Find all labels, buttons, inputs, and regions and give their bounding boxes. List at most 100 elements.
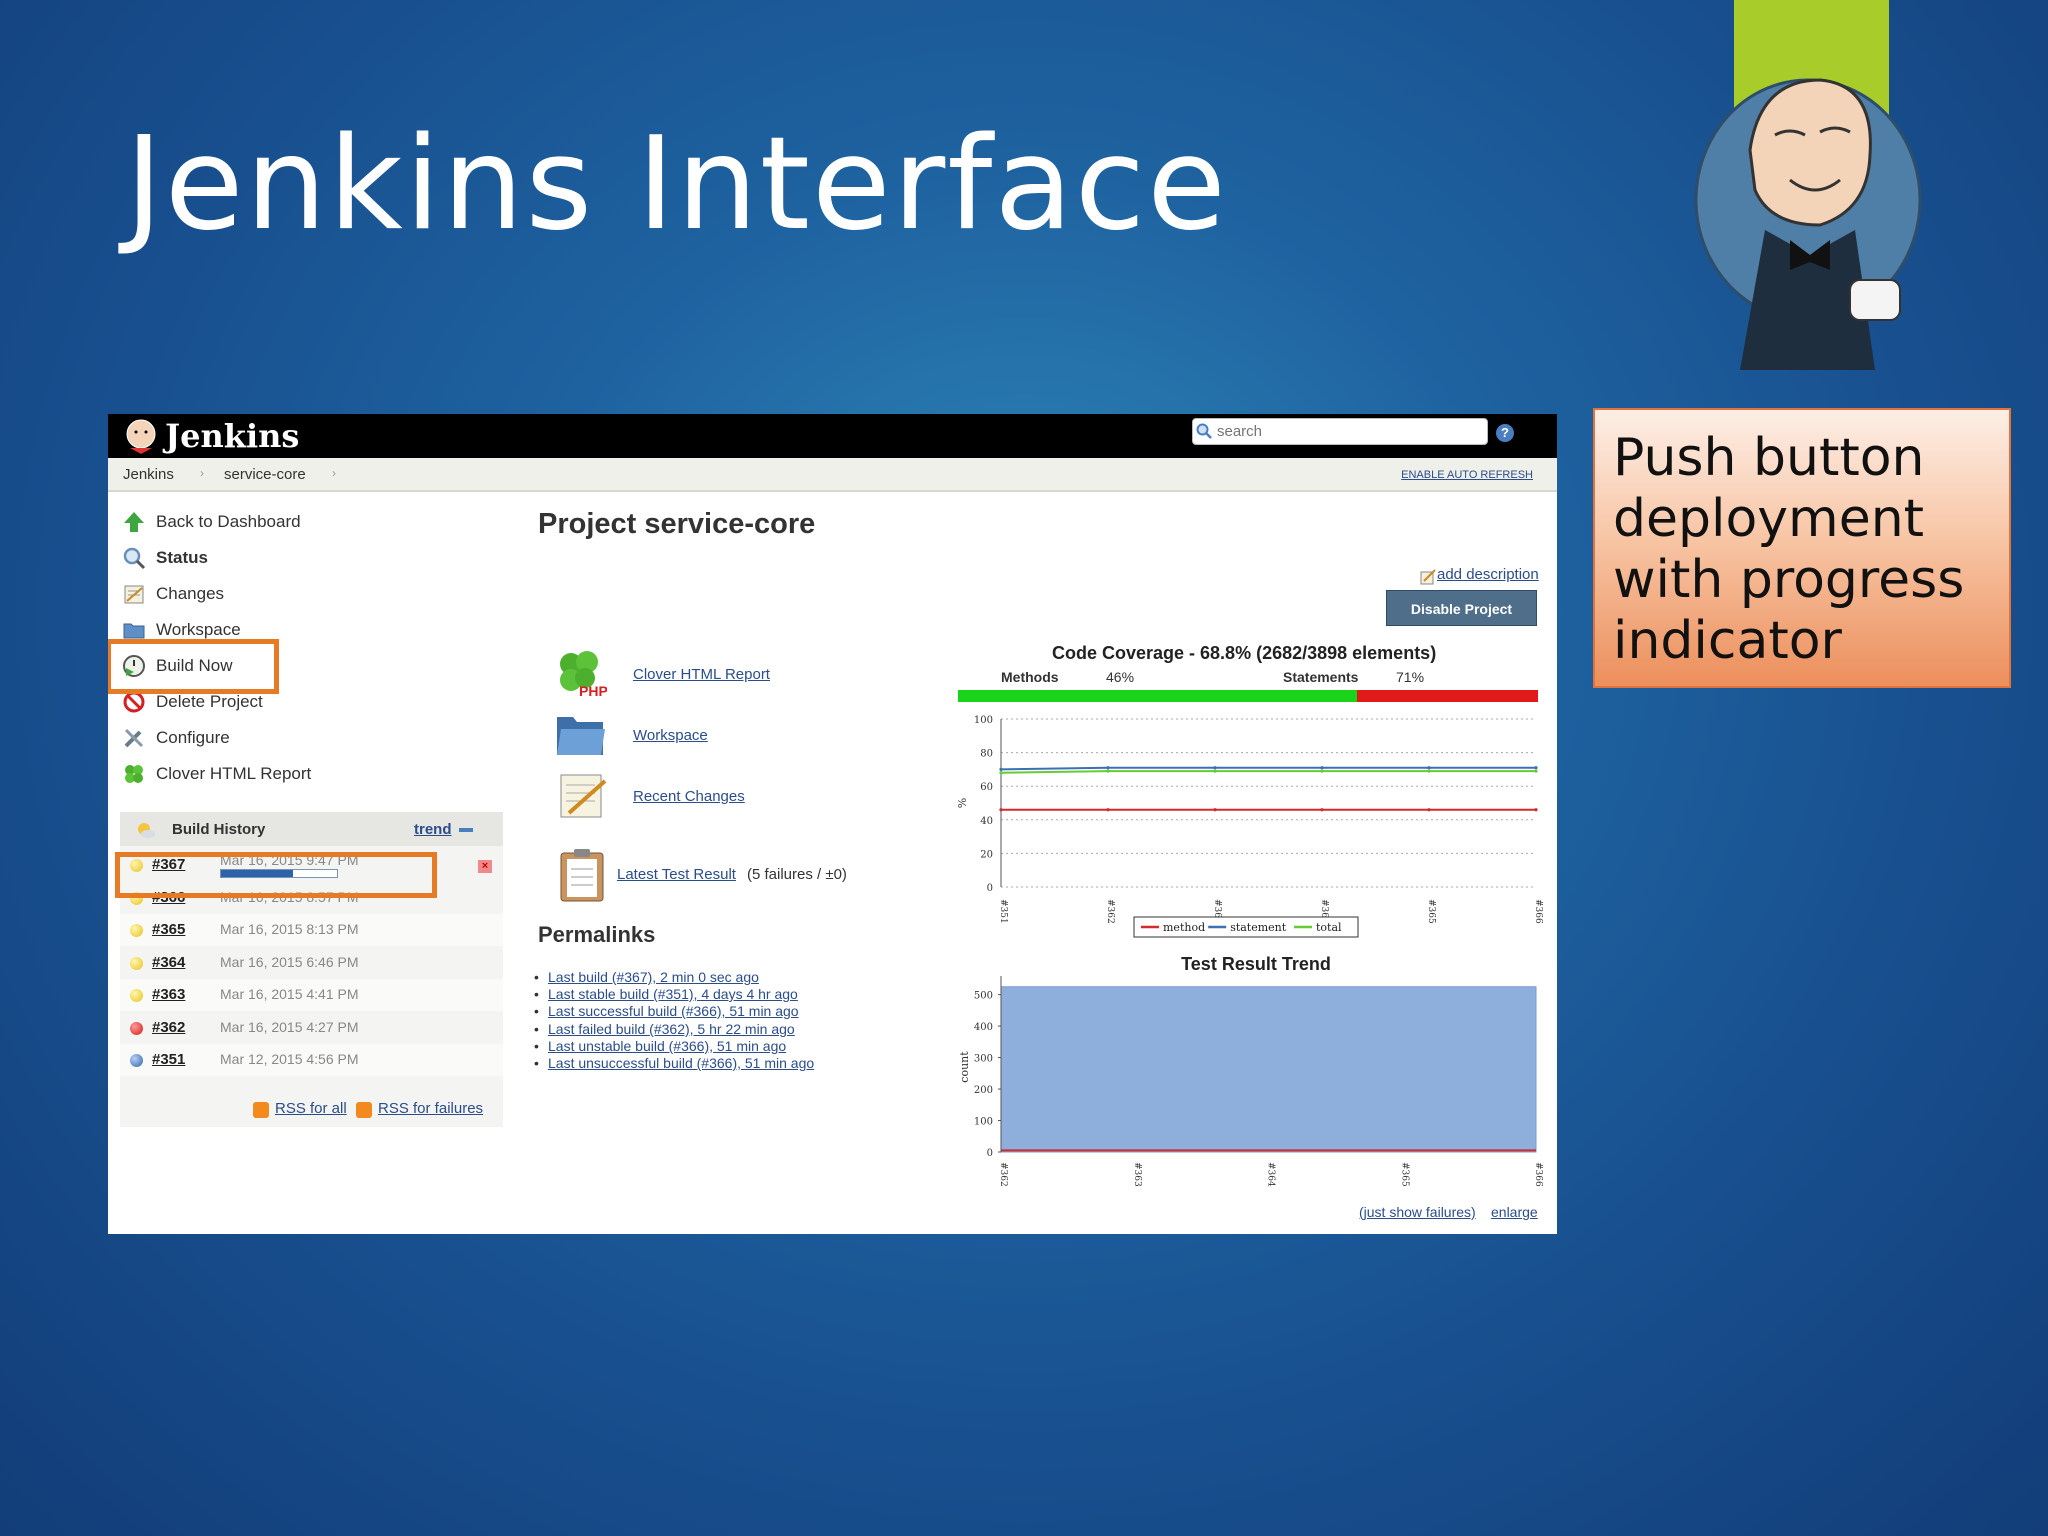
x-tick-label: #364	[1266, 1162, 1276, 1187]
data-point-total	[1534, 769, 1538, 773]
sidebar-item-changes[interactable]: Changes	[122, 579, 224, 609]
y-tick-label: 100	[974, 715, 993, 726]
search-icon	[1196, 423, 1212, 439]
build-number[interactable]: #351	[152, 1051, 185, 1068]
sidebar-item-label: Status	[156, 548, 208, 567]
collapse-icon[interactable]	[459, 828, 473, 832]
data-point-total	[999, 771, 1003, 775]
data-point-method	[999, 808, 1003, 812]
build-row-365[interactable]: #365 Mar 16, 2015 8:13 PM	[120, 914, 503, 946]
jenkins-brand[interactable]: Jenkins	[165, 417, 299, 455]
build-number[interactable]: #363	[152, 986, 185, 1003]
sidebar-item-back-to-dashboard[interactable]: Back to Dashboard	[122, 507, 301, 537]
disable-project-button[interactable]: Disable Project	[1386, 590, 1537, 626]
x-tick-label: #363	[1132, 1162, 1142, 1187]
breadcrumb-jenkins[interactable]: Jenkins	[123, 466, 174, 483]
status-ball-icon	[130, 924, 143, 937]
rss-icon	[356, 1102, 372, 1118]
build-number[interactable]: #362	[152, 1019, 185, 1036]
y-tick-label: 100	[974, 1117, 993, 1128]
test-result-trend-chart: Test Result Trend 0 100 200 300 400 500 count #3…	[958, 954, 1543, 1187]
build-date: Mar 16, 2015 6:46 PM	[220, 954, 359, 970]
y-tick-label: 40	[980, 816, 993, 827]
cancel-build-icon[interactable]: ×	[478, 860, 492, 873]
x-tick-label: #365	[1399, 1162, 1409, 1187]
x-tick-label: #366	[1533, 1162, 1543, 1187]
breadcrumb: Jenkins › service-core › ENABLE AUTO REF…	[108, 458, 1557, 492]
data-point-total	[1320, 769, 1324, 773]
x-tick-label: #351	[998, 899, 1008, 924]
sidebar-item-status[interactable]: Status	[122, 543, 208, 573]
coverage-trend-chart: 020406080100%#351 #362 #363 #364 #365 #366met…	[956, 715, 1543, 938]
data-point-statement	[1106, 766, 1110, 770]
jenkins-header: Jenkins ?	[108, 414, 1557, 458]
permalink-last-successful-build[interactable]: Last successful build (#366), 51 min ago	[534, 1003, 799, 1019]
sidebar-item-configure[interactable]: Configure	[122, 723, 230, 753]
y-tick-label: 0	[987, 1148, 993, 1159]
rss-all-link[interactable]: RSS for all	[275, 1100, 347, 1117]
data-point-statement	[1427, 766, 1431, 770]
permalink-last-stable-build[interactable]: Last stable build (#351), 4 days 4 hr ag…	[534, 986, 798, 1002]
build-date: Mar 12, 2015 4:56 PM	[220, 1051, 359, 1067]
search-input[interactable]	[1192, 418, 1488, 445]
build-row-362[interactable]: #362 Mar 16, 2015 4:27 PM	[120, 1012, 503, 1044]
sidebar-item-label: Workspace	[156, 620, 241, 639]
recent-changes-link[interactable]: Recent Changes	[633, 788, 745, 805]
status-ball-icon	[130, 957, 143, 970]
data-point-total	[1213, 769, 1217, 773]
x-tick-label: #365	[1426, 899, 1436, 924]
data-point-method	[1534, 808, 1538, 812]
svg-text:PHP: PHP	[579, 683, 607, 699]
build-row-364[interactable]: #364 Mar 16, 2015 6:46 PM	[120, 947, 503, 979]
clipboard-icon	[560, 849, 604, 902]
data-point-statement	[1320, 766, 1324, 770]
enlarge-link[interactable]: enlarge	[1491, 1204, 1538, 1220]
latest-test-result-link[interactable]: Latest Test Result	[617, 866, 736, 883]
data-point-method	[1213, 808, 1217, 812]
data-point-statement	[999, 767, 1003, 771]
build-row-351[interactable]: #351 Mar 12, 2015 4:56 PM	[120, 1044, 503, 1076]
data-point-method	[1106, 808, 1110, 812]
build-progress-highlight	[115, 852, 437, 898]
workspace-link[interactable]: Workspace	[633, 727, 708, 744]
y-tick-label: 80	[980, 749, 993, 760]
build-row-363[interactable]: #363 Mar 16, 2015 4:41 PM	[120, 979, 503, 1011]
permalink-last-unsuccessful-build[interactable]: Last unsuccessful build (#366), 51 min a…	[534, 1055, 814, 1071]
permalink-last-failed-build[interactable]: Last failed build (#362), 5 hr 22 min ag…	[534, 1021, 795, 1037]
sidebar-item-label: Configure	[156, 728, 230, 747]
data-point-method	[1320, 808, 1324, 812]
just-show-failures-link[interactable]: (just show failures)	[1359, 1204, 1476, 1220]
jenkins-butler-icon	[1694, 78, 1922, 370]
y-tick-label: 60	[980, 782, 993, 793]
coverage-bar	[958, 690, 1538, 702]
sidebar-item-clover-html-report[interactable]: Clover HTML Report	[122, 759, 311, 789]
rss-failures-link[interactable]: RSS for failures	[378, 1100, 483, 1117]
clover-php-icon: PHP	[560, 651, 607, 699]
legend-label: total	[1316, 921, 1342, 934]
breadcrumb-service-core[interactable]: service-core	[224, 466, 306, 483]
build-number[interactable]: #365	[152, 921, 185, 938]
sidebar-item-label: Changes	[156, 584, 225, 603]
legend-label: statement	[1230, 921, 1287, 934]
statements-label: Statements	[1283, 669, 1359, 685]
permalink-last-build[interactable]: Last build (#367), 2 min 0 sec ago	[534, 969, 759, 985]
series-area-total	[1000, 986, 1537, 1153]
clover-html-report-link[interactable]: Clover HTML Report	[633, 666, 770, 683]
latest-test-result-summary: (5 failures / ±0)	[747, 866, 847, 883]
jenkins-logo-icon[interactable]	[124, 418, 158, 454]
help-icon[interactable]: ?	[1496, 424, 1514, 442]
callout-box: Push button deployment with progress ind…	[1593, 408, 2011, 688]
y-tick-label: 300	[974, 1054, 993, 1065]
y-axis-label: count	[958, 1051, 971, 1083]
weather-icon	[138, 823, 155, 838]
trend-link[interactable]: trend	[414, 821, 452, 838]
build-history-header: Build History trend	[120, 812, 503, 846]
build-date: Mar 16, 2015 4:27 PM	[220, 1019, 359, 1035]
callout-text: Push button deployment with progress ind…	[1613, 428, 1965, 671]
enable-auto-refresh-link[interactable]: ENABLE AUTO REFRESH	[1401, 469, 1533, 481]
permalink-last-unstable-build[interactable]: Last unstable build (#366), 51 min ago	[534, 1038, 786, 1054]
build-number[interactable]: #364	[152, 954, 185, 971]
methods-label: Methods	[1001, 669, 1059, 685]
add-description-link[interactable]: add description	[1437, 566, 1539, 583]
notepad-icon	[124, 585, 144, 604]
